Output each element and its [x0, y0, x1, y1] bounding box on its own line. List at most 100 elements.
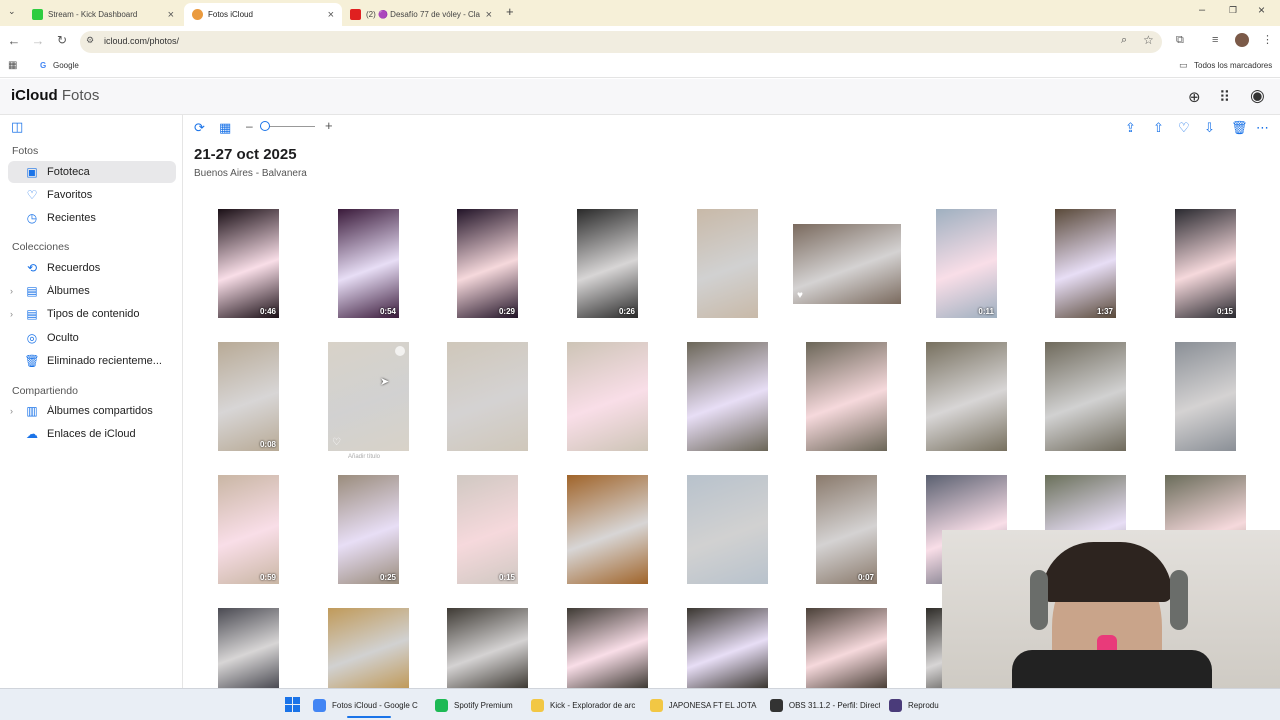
photo-thumbnail[interactable] [447, 608, 528, 688]
site-info-icon[interactable]: ⚙ [86, 35, 94, 46]
tab-list-chevron-icon[interactable]: ⌄ [8, 6, 16, 17]
photo-thumbnail[interactable] [1045, 342, 1126, 451]
sidebar-item-eliminado-recientemente[interactable]: 🗑 Eliminado recienteme... [8, 350, 176, 372]
zoom-lens-icon[interactable]: ⌕ [1121, 34, 1127, 47]
photo-thumbnail[interactable] [328, 608, 409, 688]
minimize-icon[interactable]: – [1199, 4, 1205, 16]
photo-thumbnail[interactable]: 0:15 [1175, 209, 1236, 318]
chevron-right-icon[interactable]: › [10, 309, 13, 319]
new-tab-button[interactable]: + [506, 4, 514, 19]
photo-thumbnail[interactable] [806, 608, 887, 688]
sidebar-item-recuerdos[interactable]: ⟲ Recuerdos [8, 257, 176, 279]
zoom-slider-thumb[interactable] [260, 121, 270, 131]
sidebar-item-tipos-de-contenido[interactable]: › ▤ Tipos de contenido [8, 303, 176, 325]
chevron-right-icon[interactable]: › [10, 406, 13, 416]
profile-avatar[interactable] [1235, 33, 1249, 47]
url-text[interactable]: icloud.com/photos/ [104, 36, 179, 46]
taskbar-item[interactable]: Reprodu [889, 696, 943, 714]
photo-thumbnail[interactable]: 1:37 [1055, 209, 1116, 318]
app-grid-icon[interactable]: ⠿ [1219, 88, 1230, 106]
add-title-caption[interactable]: Añadir título [348, 454, 380, 460]
close-window-icon[interactable]: × [1258, 3, 1265, 17]
taskbar-item[interactable]: Spotify Premium [435, 696, 521, 714]
photo-thumbnail[interactable] [567, 342, 648, 451]
sidebar-item-albumes-compartidos[interactable]: › ▥ Álbumes compartidos [8, 400, 176, 422]
more-options-icon[interactable]: ⋯ [1256, 120, 1269, 136]
photo-thumbnail[interactable] [567, 608, 648, 688]
photo-thumbnail[interactable]: 0:08 [218, 342, 279, 451]
photo-thumbnail[interactable]: 0:29 [457, 209, 518, 318]
photo-thumbnail[interactable] [926, 342, 1007, 451]
address-bar[interactable] [80, 31, 1162, 53]
photo-thumbnail[interactable]: 0:54 [338, 209, 399, 318]
tab-title: Fotos iCloud [208, 10, 253, 19]
taskbar-item[interactable]: Kick - Explorador de arc [531, 696, 639, 714]
chevron-right-icon[interactable]: › [10, 286, 13, 296]
all-bookmarks-link[interactable]: Todos los marcadores [1194, 61, 1272, 70]
video-duration: 0:07 [857, 573, 874, 582]
zoom-slider-track[interactable] [265, 126, 315, 127]
photo-thumbnail[interactable] [806, 342, 887, 451]
photo-thumbnail[interactable] [687, 342, 768, 451]
windows-start-icon[interactable] [285, 697, 300, 712]
close-tab-icon[interactable]: × [486, 9, 492, 21]
media-controls-icon[interactable]: ≡ [1212, 34, 1218, 46]
forward-arrow-icon[interactable]: → [30, 33, 46, 48]
add-circle-icon[interactable]: ⊕ [1188, 88, 1201, 106]
favorite-outline-icon[interactable]: ♡ [332, 437, 341, 448]
icloud-logo[interactable]: iCloud Fotos [11, 87, 99, 104]
photo-thumbnail[interactable]: 0:59 [218, 475, 279, 584]
extensions-icon[interactable]: ⧉ [1176, 34, 1184, 47]
icloud-favicon-icon [192, 9, 203, 20]
zoom-in-button[interactable]: + [325, 118, 333, 133]
tab-youtube[interactable]: (2) 🟣 Desafío 77 de vóley - Cla × [342, 3, 500, 26]
sidebar-item-oculto[interactable]: ◎ Oculto [8, 327, 176, 349]
photo-thumbnail[interactable] [218, 608, 279, 688]
bookmark-google[interactable]: Google [53, 61, 79, 70]
bookmark-star-icon[interactable]: ☆ [1143, 33, 1154, 47]
photo-thumbnail[interactable]: 0:11 [936, 209, 997, 318]
sidebar-item-favoritos[interactable]: ♡ Favoritos [8, 184, 176, 206]
account-icon[interactable]: ◉ [1250, 86, 1265, 106]
sidebar-item-fototeca[interactable]: ▣ Fototeca [8, 161, 176, 183]
photo-thumbnail[interactable] [447, 342, 528, 451]
apps-grid-icon[interactable]: ▦ [8, 60, 17, 71]
favorite-heart-icon[interactable]: ♥ [797, 290, 803, 301]
photo-thumbnail[interactable] [1175, 342, 1236, 451]
close-tab-icon[interactable]: × [328, 9, 334, 21]
photo-thumbnail[interactable]: ♡ [328, 342, 409, 451]
restore-icon[interactable]: ❐ [1229, 5, 1237, 16]
zoom-out-button[interactable]: – [246, 119, 253, 133]
select-circle-icon[interactable] [395, 346, 405, 356]
tab-fotos-icloud[interactable]: Fotos iCloud × [184, 3, 342, 26]
photo-thumbnail[interactable] [687, 608, 768, 688]
sidebar-toggle-icon[interactable]: ◫ [11, 119, 23, 135]
taskbar-item[interactable]: OBS 31.1.2 - Perfil: Direct [770, 696, 880, 714]
favorite-icon[interactable]: ♡ [1178, 120, 1190, 136]
taskbar-item[interactable]: Fotos iCloud - Google C [313, 696, 425, 718]
photo-thumbnail[interactable] [697, 209, 758, 318]
sidebar-item-albumes[interactable]: › ▤ Álbumes [8, 280, 176, 302]
more-menu-icon[interactable]: ⋮ [1262, 33, 1273, 46]
photo-thumbnail[interactable]: 0:25 [338, 475, 399, 584]
share-icon[interactable]: ⇧ [1153, 120, 1164, 136]
delete-icon[interactable]: 🗑 [1231, 120, 1248, 136]
back-arrow-icon[interactable]: ← [6, 33, 22, 48]
upload-icon[interactable]: ⇪ [1125, 120, 1136, 136]
photo-thumbnail[interactable]: 0:46 [218, 209, 279, 318]
photo-thumbnail[interactable]: 0:15 [457, 475, 518, 584]
photo-thumbnail[interactable] [687, 475, 768, 584]
taskbar-item[interactable]: JAPONESA FT EL JOTA - [650, 696, 758, 714]
reload-icon[interactable]: ↻ [54, 33, 70, 47]
tab-kick-dashboard[interactable]: Stream - Kick Dashboard × [24, 3, 182, 26]
close-tab-icon[interactable]: × [168, 9, 174, 21]
calendar-icon[interactable]: ▦ [219, 120, 231, 136]
photo-thumbnail[interactable]: 0:07 [816, 475, 877, 584]
download-icon[interactable]: ⇩ [1204, 120, 1215, 136]
photo-thumbnail[interactable] [567, 475, 648, 584]
rotate-view-icon[interactable]: ⟳ [194, 120, 205, 136]
sidebar-item-enlaces-de-icloud[interactable]: ☁ Enlaces de iCloud [8, 423, 176, 445]
photo-thumbnail[interactable]: ♥ [793, 224, 901, 304]
photo-thumbnail[interactable]: 0:26 [577, 209, 638, 318]
sidebar-item-recientes[interactable]: ◷ Recientes [8, 207, 176, 229]
